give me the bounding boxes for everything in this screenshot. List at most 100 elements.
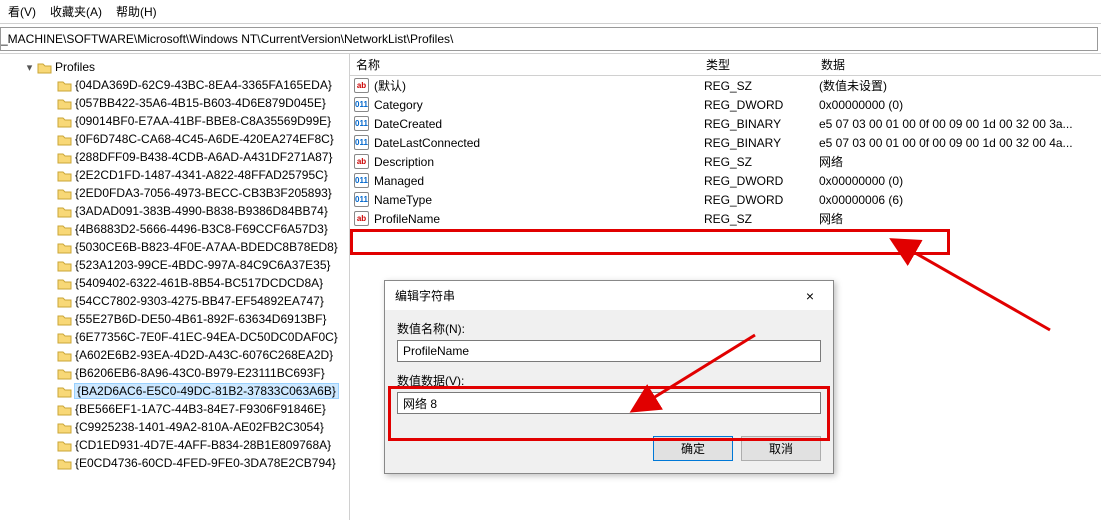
tree-item[interactable]: {04DA369D-62C9-43BC-8EA4-3365FA165EDA} [10,76,349,94]
menu-view[interactable]: 看(V) [8,3,36,20]
folder-icon [57,151,72,164]
tree-item[interactable]: {3ADAD091-383B-4990-B838-B9386D84BB74} [10,202,349,220]
value-type: REG_BINARY [704,136,819,150]
tree-item[interactable]: {0F6D748C-CA68-4C45-A6DE-420EA274EF8C} [10,130,349,148]
tree-item[interactable]: {BA2D6AC6-E5C0-49DC-81B2-37833C063A6B} [10,382,349,400]
value-row[interactable]: abDescriptionREG_SZ网络 [350,152,1101,171]
twisty-icon [44,206,55,217]
tree-item[interactable]: {E0CD4736-60CD-4FED-9FE0-3DA78E2CB794} [10,454,349,472]
col-header-data[interactable]: 数据 [815,56,1101,73]
twisty-icon [44,296,55,307]
twisty-icon [44,350,55,361]
value-name: Managed [374,174,704,188]
tree-item[interactable]: {6E77356C-7E0F-41EC-94EA-DC50DC0DAF0C} [10,328,349,346]
value-type: REG_DWORD [704,98,819,112]
twisty-icon [44,386,55,397]
tree-label: {2ED0FDA3-7056-4973-BECC-CB3B3F205893} [75,186,332,200]
value-name: DateCreated [374,117,704,131]
twisty-icon [44,278,55,289]
tree-item[interactable]: {B6206EB6-8A96-43C0-B979-E23111BC693F} [10,364,349,382]
tree-label: {B6206EB6-8A96-43C0-B979-E23111BC693F} [75,366,325,380]
value-name: NameType [374,193,704,207]
string-value-icon: ab [354,154,369,169]
value-type: REG_SZ [704,79,819,93]
list-body: ab(默认)REG_SZ(数值未设置)011CategoryREG_DWORD0… [350,76,1101,228]
tree-item[interactable]: {A602E6B2-93EA-4D2D-A43C-6076C268EA2D} [10,346,349,364]
value-row[interactable]: 011CategoryREG_DWORD0x00000000 (0) [350,95,1101,114]
address-bar[interactable]: _MACHINE\SOFTWARE\Microsoft\Windows NT\C… [0,27,1098,51]
menu-favorites[interactable]: 收藏夹(A) [50,3,102,20]
menu-help[interactable]: 帮助(H) [116,3,157,20]
tree-label: {057BB422-35A6-4B15-B603-4D6E879D045E} [75,96,326,110]
string-value-icon: ab [354,211,369,226]
tree-label: {3ADAD091-383B-4990-B838-B9386D84BB74} [75,204,328,218]
value-data: 0x00000000 (0) [819,174,1101,188]
folder-icon [57,97,72,110]
col-header-type[interactable]: 类型 [700,56,815,73]
tree-item[interactable]: {54CC7802-9303-4275-BB47-EF54892EA747} [10,292,349,310]
value-row[interactable]: 011DateCreatedREG_BINARYe5 07 03 00 01 0… [350,114,1101,133]
tree-item[interactable]: {BE566EF1-1A7C-44B3-84E7-F9306F91846E} [10,400,349,418]
tree-item[interactable]: {09014BF0-E7AA-41BF-BBE8-C8A35569D99E} [10,112,349,130]
tree-label: {CD1ED931-4D7E-4AFF-B834-28B1E809768A} [75,438,331,452]
twisty-icon [44,116,55,127]
tree-item[interactable]: {C9925238-1401-49A2-810A-AE02FB2C3054} [10,418,349,436]
cancel-button[interactable]: 取消 [741,436,821,461]
value-row[interactable]: ab(默认)REG_SZ(数值未设置) [350,76,1101,95]
value-type: REG_DWORD [704,193,819,207]
twisty-icon [44,404,55,415]
close-icon[interactable]: × [795,288,825,304]
tree-item[interactable]: {2E2CD1FD-1487-4341-A822-48FFAD25795C} [10,166,349,184]
dialog-buttons: 确定 取消 [385,430,833,473]
tree-item-profiles[interactable]: ▾ Profiles [10,58,349,76]
folder-icon [57,133,72,146]
tree-item[interactable]: {5030CE6B-B823-4F0E-A7AA-BDEDC8B78ED8} [10,238,349,256]
tree-item[interactable]: {057BB422-35A6-4B15-B603-4D6E879D045E} [10,94,349,112]
value-type: REG_SZ [704,212,819,226]
twisty-icon [44,134,55,145]
twisty-icon [44,224,55,235]
value-data: 0x00000000 (0) [819,98,1101,112]
folder-icon [57,457,72,470]
folder-icon [37,61,52,74]
tree-label: {C9925238-1401-49A2-810A-AE02FB2C3054} [75,420,324,434]
tree-label: {A602E6B2-93EA-4D2D-A43C-6076C268EA2D} [75,348,333,362]
folder-icon [57,331,72,344]
value-row[interactable]: 011NameTypeREG_DWORD0x00000006 (6) [350,190,1101,209]
tree-label: {4B6883D2-5666-4496-B3C8-F69CCF6A57D3} [75,222,328,236]
tree-label: Profiles [55,60,95,74]
folder-icon [57,259,72,272]
folder-icon [57,205,72,218]
twisty-icon [44,98,55,109]
tree-label: {09014BF0-E7AA-41BF-BBE8-C8A35569D99E} [75,114,331,128]
value-row[interactable]: 011ManagedREG_DWORD0x00000000 (0) [350,171,1101,190]
value-data-input[interactable] [397,392,821,414]
tree-item[interactable]: {CD1ED931-4D7E-4AFF-B834-28B1E809768A} [10,436,349,454]
twisty-icon [44,422,55,433]
folder-icon [57,295,72,308]
value-data: 网络 [819,153,1101,170]
dialog-title-text: 编辑字符串 [395,287,455,304]
value-name-input [397,340,821,362]
folder-icon [57,385,72,398]
tree-label: {2E2CD1FD-1487-4341-A822-48FFAD25795C} [75,168,328,182]
list-header: 名称 类型 数据 [350,54,1101,76]
value-data: (数值未设置) [819,77,1101,94]
folder-icon [57,439,72,452]
tree-item[interactable]: {288DFF09-B438-4CDB-A6AD-A431DF271A87} [10,148,349,166]
folder-icon [57,169,72,182]
folder-icon [57,313,72,326]
tree-item[interactable]: {523A1203-99CE-4BDC-997A-84C9C6A37E35} [10,256,349,274]
tree-item[interactable]: {55E27B6D-DE50-4B61-892F-63634D6913BF} [10,310,349,328]
tree-item[interactable]: {2ED0FDA3-7056-4973-BECC-CB3B3F205893} [10,184,349,202]
tree-label: {6E77356C-7E0F-41EC-94EA-DC50DC0DAF0C} [75,330,338,344]
tree-item[interactable]: {5409402-6322-461B-8B54-BC517DCDCD8A} [10,274,349,292]
col-header-name[interactable]: 名称 [350,56,700,73]
tree-item[interactable]: {4B6883D2-5666-4496-B3C8-F69CCF6A57D3} [10,220,349,238]
ok-button[interactable]: 确定 [653,436,733,461]
collapse-twisty-icon[interactable]: ▾ [24,62,35,73]
value-row[interactable]: abProfileNameREG_SZ网络 [350,209,1101,228]
value-row[interactable]: 011DateLastConnectedREG_BINARYe5 07 03 0… [350,133,1101,152]
folder-icon [57,223,72,236]
folder-icon [57,79,72,92]
